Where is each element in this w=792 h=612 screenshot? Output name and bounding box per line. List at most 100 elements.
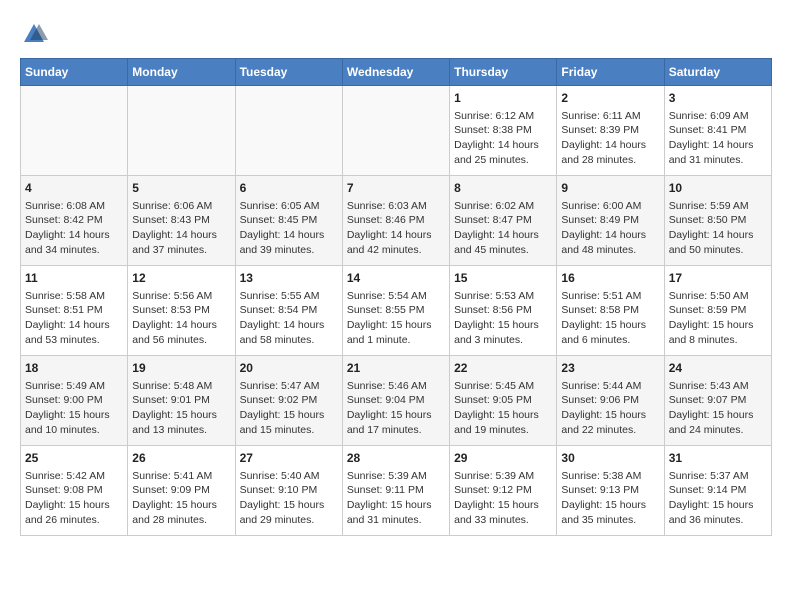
day-info: Daylight: 14 hours and 34 minutes. — [25, 228, 123, 257]
day-number: 26 — [132, 450, 230, 467]
day-info: Daylight: 15 hours and 24 minutes. — [669, 408, 767, 437]
day-info: Daylight: 15 hours and 29 minutes. — [240, 498, 338, 527]
logo-icon — [20, 20, 48, 48]
day-info: Sunset: 8:54 PM — [240, 303, 338, 318]
day-number: 21 — [347, 360, 445, 377]
day-info: Daylight: 15 hours and 36 minutes. — [669, 498, 767, 527]
day-number: 19 — [132, 360, 230, 377]
day-info: Daylight: 15 hours and 22 minutes. — [561, 408, 659, 437]
day-info: Daylight: 15 hours and 26 minutes. — [25, 498, 123, 527]
day-info: Sunset: 9:12 PM — [454, 483, 552, 498]
day-info: Sunrise: 5:47 AM — [240, 379, 338, 394]
day-info: Sunset: 9:07 PM — [669, 393, 767, 408]
day-info: Sunset: 9:10 PM — [240, 483, 338, 498]
calendar-cell: 27 Sunrise: 5:40 AMSunset: 9:10 PMDayligh… — [235, 446, 342, 536]
day-header-thursday: Thursday — [450, 59, 557, 86]
day-info: Daylight: 14 hours and 45 minutes. — [454, 228, 552, 257]
day-info: Sunset: 8:53 PM — [132, 303, 230, 318]
day-info: Sunrise: 5:41 AM — [132, 469, 230, 484]
calendar-cell: 22Sunrise: 5:45 AMSunset: 9:05 PMDayligh… — [450, 356, 557, 446]
calendar-cell: 25 Sunrise: 5:42 AMSunset: 9:08 PMDayligh… — [21, 446, 128, 536]
day-info: Daylight: 14 hours and 56 minutes. — [132, 318, 230, 347]
day-info: Sunset: 8:46 PM — [347, 213, 445, 228]
day-header-monday: Monday — [128, 59, 235, 86]
day-number: 17 — [669, 270, 767, 287]
day-info: Daylight: 15 hours and 33 minutes. — [454, 498, 552, 527]
day-info: Daylight: 14 hours and 50 minutes. — [669, 228, 767, 257]
day-info: Sunset: 8:43 PM — [132, 213, 230, 228]
day-info: Sunset: 8:41 PM — [669, 123, 767, 138]
calendar-cell: 2Sunrise: 6:11 AMSunset: 8:39 PMDaylight… — [557, 86, 664, 176]
day-number: 9 — [561, 180, 659, 197]
day-info: Sunset: 8:59 PM — [669, 303, 767, 318]
day-info: Sunset: 8:55 PM — [347, 303, 445, 318]
day-info: Sunset: 9:11 PM — [347, 483, 445, 498]
day-info: Sunrise: 6:12 AM — [454, 109, 552, 124]
day-info: Daylight: 15 hours and 17 minutes. — [347, 408, 445, 437]
day-info: Sunrise: 5:46 AM — [347, 379, 445, 394]
day-info: Sunset: 8:38 PM — [454, 123, 552, 138]
day-info: Sunrise: 5:50 AM — [669, 289, 767, 304]
calendar-week-4: 18Sunrise: 5:49 AMSunset: 9:00 PMDayligh… — [21, 356, 772, 446]
day-number: 6 — [240, 180, 338, 197]
day-number: 15 — [454, 270, 552, 287]
day-number: 20 — [240, 360, 338, 377]
calendar-week-1: 1Sunrise: 6:12 AMSunset: 8:38 PMDaylight… — [21, 86, 772, 176]
calendar-cell: 7Sunrise: 6:03 AMSunset: 8:46 PMDaylight… — [342, 176, 449, 266]
day-info: Sunset: 8:56 PM — [454, 303, 552, 318]
day-info: Sunrise: 6:06 AM — [132, 199, 230, 214]
day-info: Sunset: 8:45 PM — [240, 213, 338, 228]
day-number: 11 — [25, 270, 123, 287]
calendar-cell: 9Sunrise: 6:00 AMSunset: 8:49 PMDaylight… — [557, 176, 664, 266]
day-number: 30 — [561, 450, 659, 467]
day-info: Daylight: 14 hours and 42 minutes. — [347, 228, 445, 257]
day-info: Daylight: 15 hours and 13 minutes. — [132, 408, 230, 437]
day-info: Sunset: 9:08 PM — [25, 483, 123, 498]
day-info: Sunrise: 5:42 AM — [25, 469, 123, 484]
day-info: Sunrise: 5:56 AM — [132, 289, 230, 304]
calendar-cell: 15Sunrise: 5:53 AMSunset: 8:56 PMDayligh… — [450, 266, 557, 356]
calendar-cell: 24Sunrise: 5:43 AMSunset: 9:07 PMDayligh… — [664, 356, 771, 446]
calendar-cell: 4Sunrise: 6:08 AMSunset: 8:42 PMDaylight… — [21, 176, 128, 266]
day-header-sunday: Sunday — [21, 59, 128, 86]
day-info: Sunrise: 5:38 AM — [561, 469, 659, 484]
day-number: 4 — [25, 180, 123, 197]
day-number: 10 — [669, 180, 767, 197]
day-info: Daylight: 15 hours and 15 minutes. — [240, 408, 338, 437]
day-info: Sunset: 9:05 PM — [454, 393, 552, 408]
day-info: Sunrise: 6:08 AM — [25, 199, 123, 214]
day-info: Sunrise: 6:02 AM — [454, 199, 552, 214]
day-header-saturday: Saturday — [664, 59, 771, 86]
day-info: Sunset: 9:04 PM — [347, 393, 445, 408]
day-info: Sunset: 8:58 PM — [561, 303, 659, 318]
day-info: Sunrise: 5:44 AM — [561, 379, 659, 394]
calendar-cell: 16Sunrise: 5:51 AMSunset: 8:58 PMDayligh… — [557, 266, 664, 356]
calendar-cell: 17Sunrise: 5:50 AMSunset: 8:59 PMDayligh… — [664, 266, 771, 356]
day-info: Daylight: 14 hours and 37 minutes. — [132, 228, 230, 257]
day-info: Sunrise: 5:39 AM — [454, 469, 552, 484]
day-number: 27 — [240, 450, 338, 467]
day-info: Daylight: 14 hours and 58 minutes. — [240, 318, 338, 347]
calendar-cell: 20Sunrise: 5:47 AMSunset: 9:02 PMDayligh… — [235, 356, 342, 446]
day-info: Sunrise: 6:09 AM — [669, 109, 767, 124]
day-info: Daylight: 14 hours and 39 minutes. — [240, 228, 338, 257]
day-number: 22 — [454, 360, 552, 377]
day-info: Sunrise: 5:58 AM — [25, 289, 123, 304]
day-number: 24 — [669, 360, 767, 377]
day-info: Daylight: 15 hours and 1 minute. — [347, 318, 445, 347]
calendar-cell: 1Sunrise: 6:12 AMSunset: 8:38 PMDaylight… — [450, 86, 557, 176]
calendar-week-3: 11Sunrise: 5:58 AMSunset: 8:51 PMDayligh… — [21, 266, 772, 356]
day-info: Sunrise: 5:45 AM — [454, 379, 552, 394]
day-number: 18 — [25, 360, 123, 377]
day-header-friday: Friday — [557, 59, 664, 86]
calendar-cell: 3Sunrise: 6:09 AMSunset: 8:41 PMDaylight… — [664, 86, 771, 176]
day-info: Sunrise: 5:48 AM — [132, 379, 230, 394]
day-info: Daylight: 15 hours and 10 minutes. — [25, 408, 123, 437]
day-number: 25 — [25, 450, 123, 467]
day-info: Daylight: 15 hours and 6 minutes. — [561, 318, 659, 347]
day-info: Daylight: 14 hours and 31 minutes. — [669, 138, 767, 167]
calendar-cell: 23Sunrise: 5:44 AMSunset: 9:06 PMDayligh… — [557, 356, 664, 446]
day-info: Sunrise: 5:40 AM — [240, 469, 338, 484]
day-number: 2 — [561, 90, 659, 107]
day-info: Sunset: 9:01 PM — [132, 393, 230, 408]
